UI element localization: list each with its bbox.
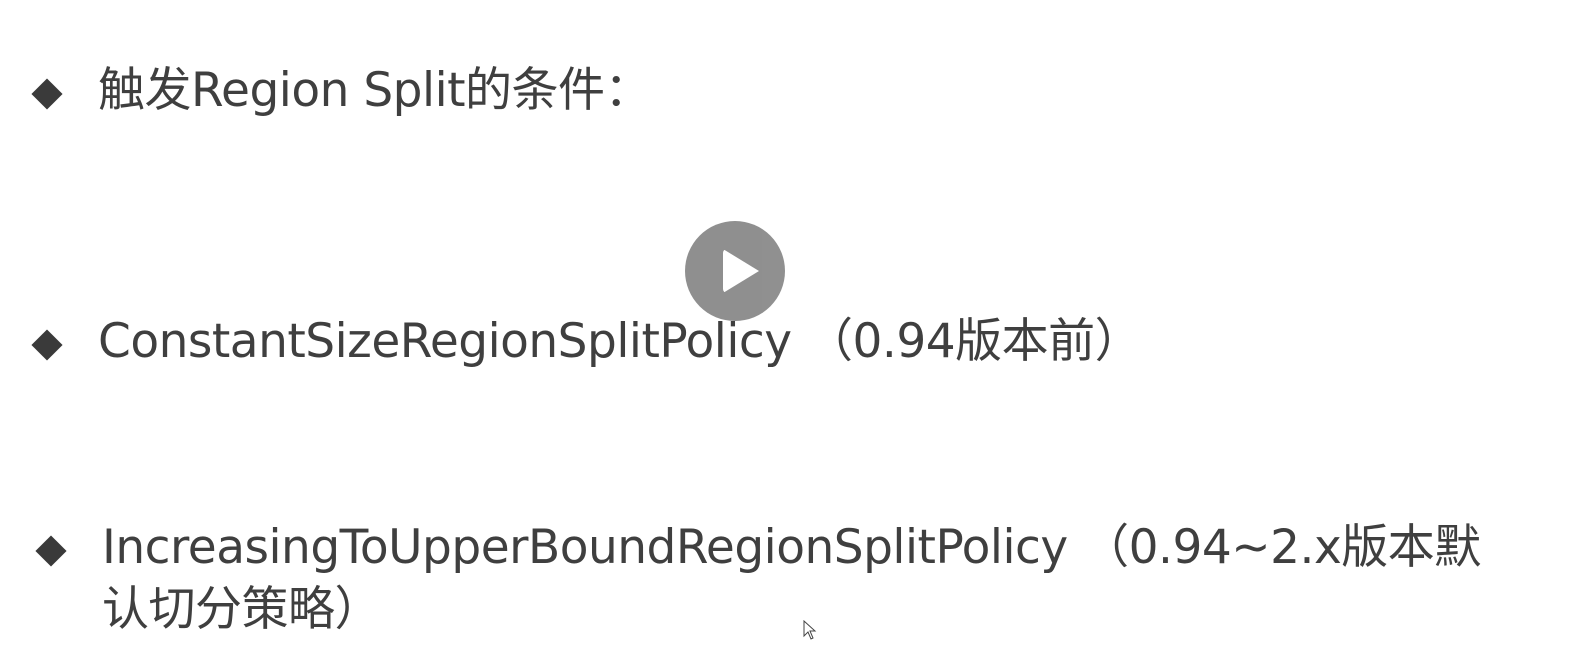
cut-off-text-line	[100, 640, 1250, 647]
bullet-text: ConstantSizeRegionSplitPolicy （0.94版本前）	[98, 314, 1142, 369]
diamond-bullet-icon	[30, 328, 60, 358]
bullet-item-increasing-policy: IncreasingToUpperBoundRegionSplitPolicy …	[30, 517, 1550, 641]
mouse-pointer-icon	[803, 620, 817, 640]
slide-canvas: 触发Region Split的条件： ConstantSizeRegionSpl…	[0, 0, 1569, 647]
bullet-item-constant-size-policy: ConstantSizeRegionSplitPolicy （0.94版本前）	[30, 311, 1142, 373]
diamond-bullet-icon	[34, 534, 64, 564]
play-icon	[723, 249, 759, 293]
bullet-item-trigger-conditions: 触发Region Split的条件：	[30, 60, 652, 122]
diamond-bullet-icon	[30, 77, 60, 107]
bullet-text: 触发Region Split的条件：	[98, 63, 652, 118]
video-play-button[interactable]	[685, 221, 785, 321]
